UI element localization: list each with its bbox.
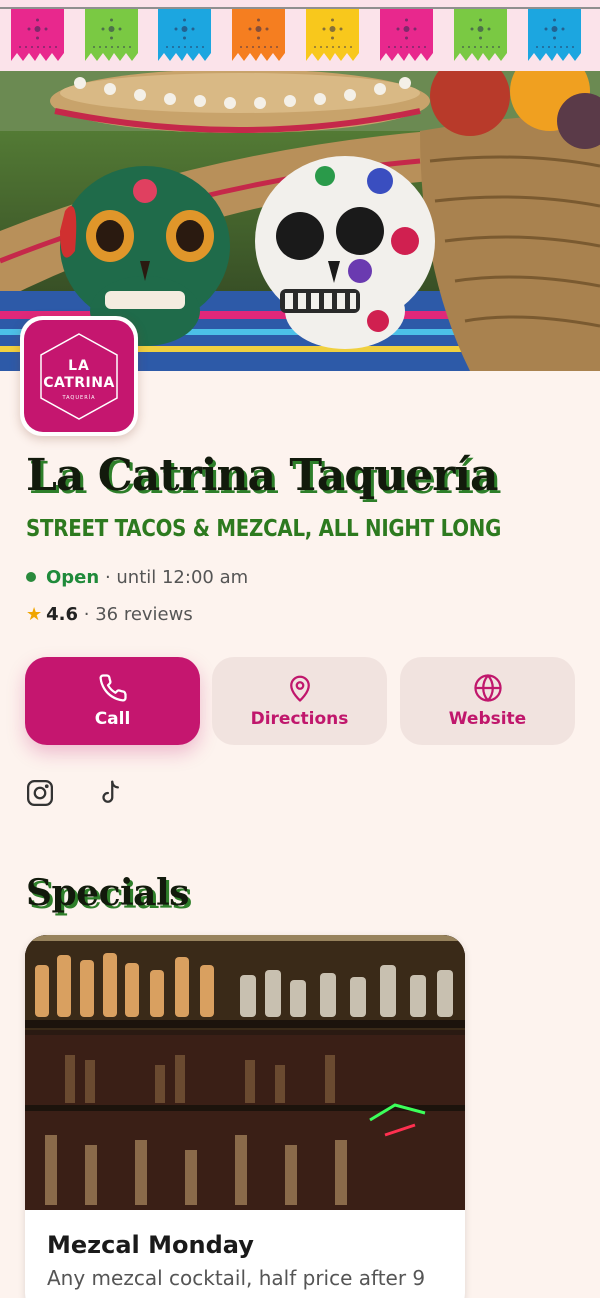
special-card[interactable]: Mezcal Monday Any mezcal cocktail, half …: [25, 935, 465, 1298]
restaurant-name: La Catrina Taquería: [26, 450, 499, 501]
call-label: Call: [94, 709, 131, 729]
tiktok-icon[interactable]: [96, 778, 126, 808]
logo-line-2: CATRINA: [43, 375, 115, 391]
map-pin-icon: [285, 673, 315, 703]
open-status: Open · until 12:00 am: [26, 567, 248, 588]
papel-picado-flag: [11, 9, 64, 63]
papel-picado-flag: [306, 9, 359, 63]
directions-button[interactable]: Directions: [212, 657, 387, 745]
rating-value: 4.6: [46, 604, 79, 625]
special-description: Any mezcal cocktail, half price after 9: [47, 1266, 426, 1290]
call-button[interactable]: Call: [25, 657, 200, 745]
rating-summary[interactable]: ★ 4.6 · 36 reviews: [26, 604, 193, 625]
papel-picado-flag: [528, 9, 581, 63]
restaurant-tagline: STREET TACOS & MEZCAL, ALL NIGHT LONG: [26, 516, 502, 542]
papel-picado-flag: [380, 9, 433, 63]
papel-picado-flag: [158, 9, 211, 63]
globe-icon: [473, 673, 503, 703]
phone-icon: [98, 673, 128, 703]
papel-picado-banner: [0, 0, 600, 71]
papel-picado-flag: [454, 9, 507, 63]
bar-photo: [25, 935, 465, 1210]
specials-heading: Specials: [26, 872, 189, 914]
papel-picado-flag: [85, 9, 138, 63]
hours-text: · until 12:00 am: [99, 567, 249, 588]
website-button[interactable]: Website: [400, 657, 575, 745]
special-title: Mezcal Monday: [47, 1231, 254, 1259]
papel-picado-flag: [232, 9, 285, 63]
star-icon: ★: [26, 604, 43, 625]
logo-line-1: LA: [68, 358, 90, 374]
review-count: · 36 reviews: [78, 604, 193, 625]
restaurant-logo: LA CATRINA TAQUERÍA: [20, 316, 138, 436]
directions-label: Directions: [250, 709, 349, 729]
status-dot-icon: [26, 572, 36, 582]
instagram-icon[interactable]: [25, 778, 55, 808]
website-label: Website: [448, 709, 527, 729]
status-label: Open: [46, 567, 100, 588]
logo-line-3: TAQUERÍA: [62, 395, 96, 401]
